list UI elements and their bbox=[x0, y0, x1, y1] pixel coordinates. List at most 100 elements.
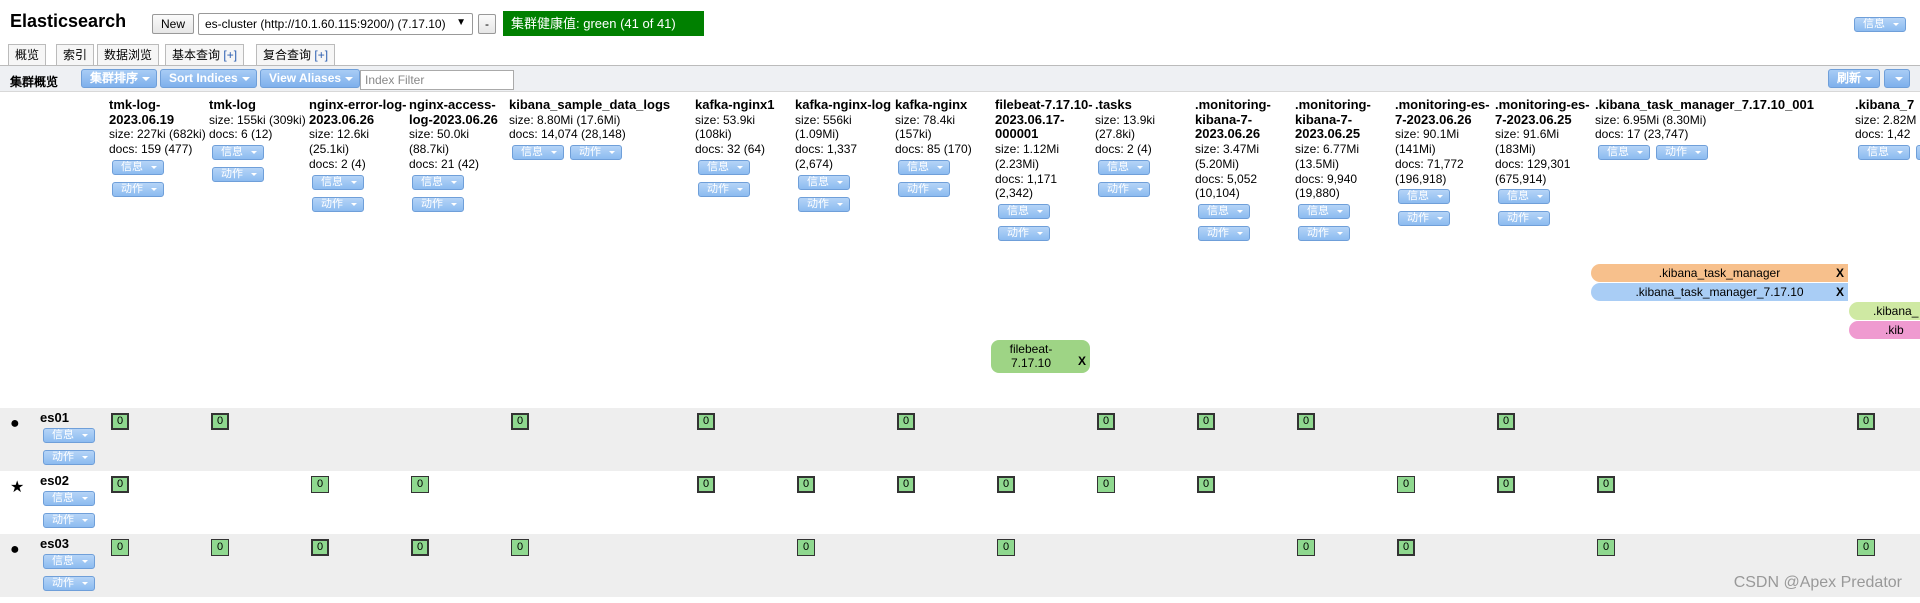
cluster-sort-button[interactable]: 集群排序 bbox=[81, 69, 158, 88]
index-action-button[interactable]: 动作 bbox=[1198, 225, 1250, 241]
alias-kibana[interactable]: .kibana_ bbox=[1849, 302, 1920, 320]
index-info-button[interactable]: 信息 bbox=[212, 145, 264, 161]
shard-box[interactable]: 0 bbox=[1497, 476, 1515, 493]
view-aliases-button[interactable]: View Aliases bbox=[260, 69, 361, 88]
cluster-select[interactable]: es-cluster (http://10.1.60.115:9200/) (7… bbox=[198, 13, 473, 35]
node-action-button[interactable]: 动作 bbox=[43, 576, 95, 591]
node-action-button[interactable]: 动作 bbox=[43, 450, 95, 465]
shard-box[interactable]: 0 bbox=[411, 476, 429, 493]
shard-box[interactable]: 0 bbox=[1297, 413, 1315, 430]
index-action-button[interactable]: 动作 bbox=[312, 196, 364, 212]
index-action-button[interactable]: 动作 bbox=[998, 225, 1050, 241]
shard-box[interactable]: 0 bbox=[111, 476, 129, 493]
index-info-button[interactable]: 信息 bbox=[1198, 203, 1250, 219]
shard-box[interactable]: 0 bbox=[311, 476, 329, 493]
sort-indices-button[interactable]: Sort Indices bbox=[160, 69, 257, 88]
index-column: .monitoring-kibana-7-2023.06.25 size: 6.7… bbox=[1295, 97, 1395, 242]
shard-box[interactable]: 0 bbox=[111, 413, 129, 430]
index-action-button[interactable]: 动作 bbox=[112, 181, 164, 197]
shard-box[interactable]: 0 bbox=[897, 413, 915, 430]
shard-box[interactable]: 0 bbox=[1097, 413, 1115, 430]
shard-box[interactable]: 0 bbox=[797, 476, 815, 493]
index-action-button[interactable]: 动作 bbox=[570, 145, 622, 161]
shard-box[interactable]: 0 bbox=[1857, 413, 1875, 430]
tab-compound-query[interactable]: 复合查询 [+] bbox=[256, 44, 336, 66]
index-info-button[interactable]: 信息 bbox=[1398, 189, 1450, 205]
shard-box[interactable]: 0 bbox=[511, 539, 529, 556]
shard-box[interactable]: 0 bbox=[1597, 476, 1615, 493]
refresh-button[interactable]: 刷新 bbox=[1827, 69, 1880, 88]
shard-box[interactable]: 0 bbox=[1497, 413, 1515, 430]
shard-box[interactable]: 0 bbox=[211, 539, 229, 556]
tab-indices[interactable]: 索引 bbox=[56, 44, 95, 66]
shard-box[interactable]: 0 bbox=[1197, 476, 1215, 493]
tab-browser[interactable]: 数据浏览 bbox=[97, 44, 160, 66]
index-info-button[interactable]: 信息 bbox=[1098, 159, 1150, 175]
index-action-button[interactable]: 动作 bbox=[1298, 225, 1350, 241]
tab-overview[interactable]: 概览 bbox=[8, 44, 47, 66]
index-action-button[interactable]: 动作 bbox=[698, 181, 750, 197]
index-action-button[interactable]: 动作 bbox=[1398, 211, 1450, 227]
index-action-button[interactable]: 动作 bbox=[412, 196, 464, 212]
index-info-button[interactable]: 信息 bbox=[1598, 145, 1650, 161]
index-info-button[interactable]: 信息 bbox=[998, 203, 1050, 219]
shard-box[interactable]: 0 bbox=[1397, 476, 1415, 493]
shard-box[interactable]: 0 bbox=[311, 539, 329, 556]
tab-compound-query-plus[interactable]: [+] bbox=[314, 48, 328, 62]
refresh-options-button[interactable] bbox=[1884, 69, 1910, 88]
index-info-button[interactable]: 信息 bbox=[512, 145, 564, 161]
remove-alias-icon[interactable]: X bbox=[1836, 264, 1844, 282]
index-info-button[interactable]: 信息 bbox=[112, 159, 164, 175]
index-info-button[interactable]: 信息 bbox=[798, 174, 850, 190]
index-info-button[interactable]: 信息 bbox=[1298, 203, 1350, 219]
shard-box[interactable]: 0 bbox=[997, 476, 1015, 493]
shard-box[interactable]: 0 bbox=[997, 539, 1015, 556]
index-buttons: 信息动作 bbox=[695, 159, 795, 198]
index-action-button[interactable]: 动作 bbox=[1656, 145, 1708, 161]
node-action-button[interactable]: 动作 bbox=[43, 513, 95, 528]
index-info-button[interactable]: 信息 bbox=[898, 159, 950, 175]
shard-box[interactable]: 0 bbox=[1597, 539, 1615, 556]
index-info-button[interactable]: 信息 bbox=[412, 174, 464, 190]
shard-box[interactable]: 0 bbox=[697, 476, 715, 493]
index-action-button[interactable]: 动作 bbox=[1498, 211, 1550, 227]
shard-box[interactable]: 0 bbox=[1297, 539, 1315, 556]
alias-kibana-task-manager-7-17-10[interactable]: .kibana_task_manager_7.17.10 X bbox=[1591, 283, 1848, 301]
remove-alias-icon[interactable]: X bbox=[1836, 283, 1844, 301]
info-menu-button[interactable]: 信息 bbox=[1854, 17, 1906, 32]
index-action-button[interactable]: 动作 bbox=[798, 196, 850, 212]
index-info-button[interactable]: 信息 bbox=[698, 159, 750, 175]
index-action-button[interactable]: 动作 bbox=[1916, 145, 1920, 161]
shard-box[interactable]: 0 bbox=[111, 539, 129, 556]
index-info-button[interactable]: 信息 bbox=[312, 174, 364, 190]
shard-box[interactable]: 0 bbox=[897, 476, 915, 493]
tab-browser-label: 数据浏览 bbox=[104, 48, 153, 62]
index-name: kafka-nginx1 bbox=[695, 97, 775, 112]
shard-box[interactable]: 0 bbox=[1197, 413, 1215, 430]
node-info-button[interactable]: 信息 bbox=[43, 491, 95, 506]
shard-box[interactable]: 0 bbox=[1097, 476, 1115, 493]
shard-box[interactable]: 0 bbox=[1857, 539, 1875, 556]
node-info-button[interactable]: 信息 bbox=[43, 428, 95, 443]
shard-box[interactable]: 0 bbox=[211, 413, 229, 430]
remove-alias-icon[interactable]: X bbox=[1078, 354, 1086, 368]
index-action-button[interactable]: 动作 bbox=[212, 167, 264, 183]
alias-filebeat[interactable]: filebeat-7.17.10 X bbox=[991, 340, 1090, 373]
index-action-button[interactable]: 动作 bbox=[1098, 181, 1150, 197]
shard-box[interactable]: 0 bbox=[1397, 539, 1415, 556]
disconnect-button[interactable]: - bbox=[478, 14, 496, 34]
alias-kibana-task-manager[interactable]: .kibana_task_manager X bbox=[1591, 264, 1848, 282]
shard-box[interactable]: 0 bbox=[511, 413, 529, 430]
shard-box[interactable]: 0 bbox=[411, 539, 429, 556]
index-filter-input[interactable] bbox=[360, 70, 514, 90]
alias-kib[interactable]: .kib bbox=[1849, 321, 1920, 339]
new-connection-button[interactable]: New bbox=[152, 14, 195, 34]
index-action-button[interactable]: 动作 bbox=[898, 181, 950, 197]
shard-box[interactable]: 0 bbox=[697, 413, 715, 430]
index-info-button[interactable]: 信息 bbox=[1858, 145, 1910, 161]
node-info-button[interactable]: 信息 bbox=[43, 554, 95, 569]
tab-basic-query[interactable]: 基本查询 [+] bbox=[165, 44, 245, 66]
tab-basic-query-plus[interactable]: [+] bbox=[223, 48, 237, 62]
index-info-button[interactable]: 信息 bbox=[1498, 189, 1550, 205]
shard-box[interactable]: 0 bbox=[797, 539, 815, 556]
